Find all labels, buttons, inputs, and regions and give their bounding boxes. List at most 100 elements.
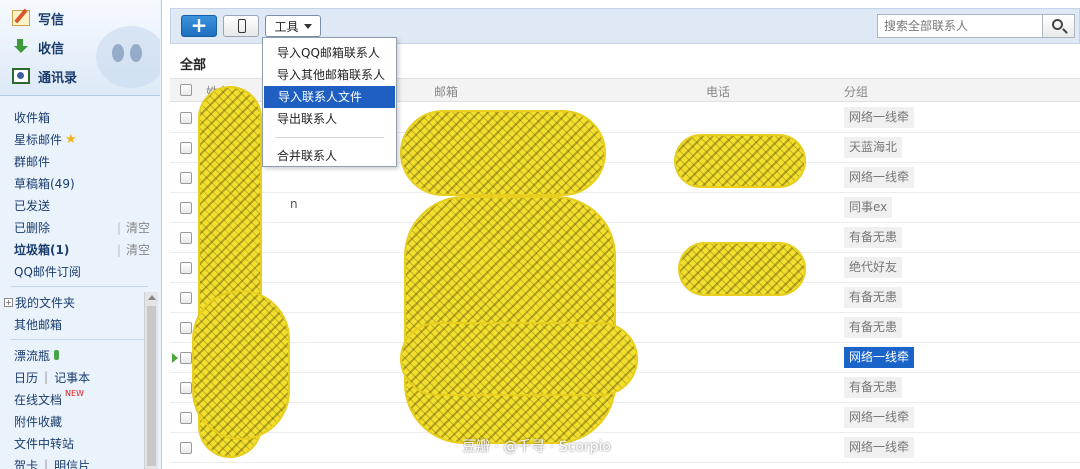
calendar-link[interactable]: 日历 — [14, 369, 38, 386]
group-tag[interactable]: 网络一线牵 — [844, 167, 915, 188]
write-label: 写信 — [38, 12, 65, 28]
tools-dropdown-button[interactable]: 工具 — [265, 15, 321, 37]
redaction-phone-column — [678, 242, 806, 296]
contacts-icon — [12, 68, 30, 84]
table-row[interactable]: 有备无患 — [170, 223, 1080, 253]
contact-search-input[interactable] — [877, 14, 1043, 38]
folder-label: 其他邮箱 — [14, 317, 63, 332]
row-checkbox[interactable] — [180, 292, 192, 304]
sidebar-scrollbar[interactable] — [144, 292, 158, 469]
folder-label: 垃圾箱(1) — [14, 242, 70, 257]
menu-merge[interactable]: 合并联系人 — [263, 145, 396, 167]
row-checkbox[interactable] — [180, 352, 192, 364]
table-row[interactable]: 绝代好友 — [170, 253, 1080, 283]
add-contact-button[interactable]: + — [181, 15, 217, 37]
attachment-favorites-link[interactable]: 附件收藏 — [0, 410, 160, 432]
row-checkbox[interactable] — [180, 202, 192, 214]
qq-penguin-watermark-icon — [96, 26, 160, 88]
divider — [10, 339, 148, 340]
group-tag[interactable]: 有备无患 — [844, 287, 903, 308]
row-checkbox[interactable] — [180, 232, 192, 244]
folder-deleted[interactable]: 已删除 清空 — [0, 216, 160, 238]
folder-drafts[interactable]: 草稿箱(49) — [0, 172, 160, 194]
watermark: 豆瓣 · @千寻 · Scorpio — [462, 439, 611, 455]
folder-my-folders[interactable]: + 我的文件夹 — [0, 291, 160, 313]
folder-label: 文件中转站 — [14, 436, 75, 451]
greeting-cards-link[interactable]: 贺卡 — [14, 457, 38, 469]
group-tag[interactable]: 绝代好友 — [844, 257, 903, 278]
group-tag[interactable]: 网络一线牵 — [844, 407, 915, 428]
clear-spam-link[interactable]: 清空 — [117, 241, 150, 258]
file-transfer-link[interactable]: 文件中转站 — [0, 432, 160, 454]
row-checkbox[interactable] — [180, 412, 192, 424]
group-tag[interactable]: 网络一线牵 — [844, 107, 915, 128]
scrollbar-thumb[interactable] — [147, 306, 156, 466]
row-checkbox[interactable] — [180, 172, 192, 184]
row-checkbox[interactable] — [180, 142, 192, 154]
calendar-notes-row: 日历 | 记事本 — [0, 366, 160, 388]
folder-label: 草稿箱(49) — [14, 176, 75, 191]
menu-import-file[interactable]: 导入联系人文件 — [264, 86, 395, 108]
folder-spam[interactable]: 垃圾箱(1) 清空 — [0, 238, 160, 260]
group-tag[interactable]: 网络一线牵 — [844, 437, 915, 458]
group-tag[interactable]: 网络一线牵 — [844, 347, 915, 368]
folder-other-mailboxes[interactable]: 其他邮箱 — [0, 313, 160, 335]
group-tag[interactable]: 同事ex — [844, 197, 893, 218]
phone-icon — [238, 19, 246, 33]
table-row[interactable]: 网络一线牵 — [170, 403, 1080, 433]
group-tag[interactable]: 有备无患 — [844, 377, 903, 398]
row-checkbox[interactable] — [180, 382, 192, 394]
name-fragment: n — [290, 197, 298, 211]
folder-label: 我的文件夹 — [15, 295, 76, 310]
menu-import-qq[interactable]: 导入QQ邮箱联系人 — [263, 42, 396, 64]
postcards-link[interactable]: 明信片 — [54, 457, 90, 469]
pipe-separator: | — [44, 370, 49, 384]
receive-label: 收信 — [38, 41, 65, 57]
contacts-label: 通讯录 — [38, 70, 78, 86]
folder-subscriptions[interactable]: QQ邮件订阅 — [0, 260, 160, 282]
write-mail-link[interactable]: 写信 — [12, 7, 64, 29]
cards-postcards-row: 贺卡 | 明信片 — [0, 454, 160, 469]
redaction-email-column — [404, 196, 616, 444]
clear-deleted-link[interactable]: 清空 — [117, 219, 150, 236]
mobile-sync-button[interactable] — [223, 15, 259, 37]
select-all-checkbox[interactable] — [180, 84, 192, 96]
row-checkbox[interactable] — [180, 112, 192, 124]
online-docs-link[interactable]: 在线文档 NEW — [0, 388, 160, 410]
row-checkbox[interactable] — [180, 442, 192, 454]
folder-inbox[interactable]: 收件箱 — [0, 106, 160, 128]
drift-bottle-link[interactable]: 漂流瓶 — [0, 344, 160, 366]
sidebar: 写信 收信 通讯录 收件箱 星标邮件★ 群邮件 草稿箱(49) 已发送 已删除清… — [0, 0, 162, 469]
table-row[interactable]: 有备无患 — [170, 283, 1080, 313]
group-tag[interactable]: 有备无患 — [844, 317, 903, 338]
menu-import-other[interactable]: 导入其他邮箱联系人 — [263, 64, 396, 86]
folder-starred[interactable]: 星标邮件 ★ — [0, 128, 160, 150]
col-email-header[interactable]: 邮箱 — [434, 83, 458, 100]
row-checkbox[interactable] — [180, 262, 192, 274]
group-tag[interactable]: 天蓝海北 — [844, 137, 903, 158]
notes-link[interactable]: 记事本 — [54, 369, 90, 386]
redaction-email-column — [400, 322, 638, 396]
folder-group-mail[interactable]: 群邮件 — [0, 150, 160, 172]
folder-sent[interactable]: 已发送 — [0, 194, 160, 216]
contacts-link[interactable]: 通讯录 — [12, 65, 77, 87]
group-tag[interactable]: 有备无患 — [844, 227, 903, 248]
tools-label: 工具 — [274, 19, 299, 34]
scroll-up-arrow-icon[interactable] — [148, 295, 156, 300]
col-phone-header[interactable]: 电话 — [706, 83, 730, 100]
expand-plus-icon[interactable]: + — [4, 297, 13, 307]
table-row[interactable]: n 同事ex — [170, 193, 1080, 223]
menu-export[interactable]: 导出联系人 — [263, 108, 396, 130]
folder-label: 漂流瓶 — [14, 348, 51, 363]
search-button[interactable] — [1043, 14, 1075, 38]
row-checkbox[interactable] — [180, 322, 192, 334]
col-group-header[interactable]: 分组 — [844, 83, 868, 100]
table-row[interactable]: 网络一线牵 — [170, 163, 1080, 193]
folder-list: 收件箱 星标邮件★ 群邮件 草稿箱(49) 已发送 已删除清空 垃圾箱(1)清空… — [0, 106, 160, 469]
folder-label: 已删除 — [14, 220, 51, 235]
table-row[interactable]: 网络一线牵 — [170, 433, 1080, 463]
receive-mail-link[interactable]: 收信 — [12, 36, 64, 58]
new-badge: NEW — [65, 388, 84, 398]
bottle-icon — [54, 350, 60, 360]
star-icon: ★ — [65, 131, 77, 147]
